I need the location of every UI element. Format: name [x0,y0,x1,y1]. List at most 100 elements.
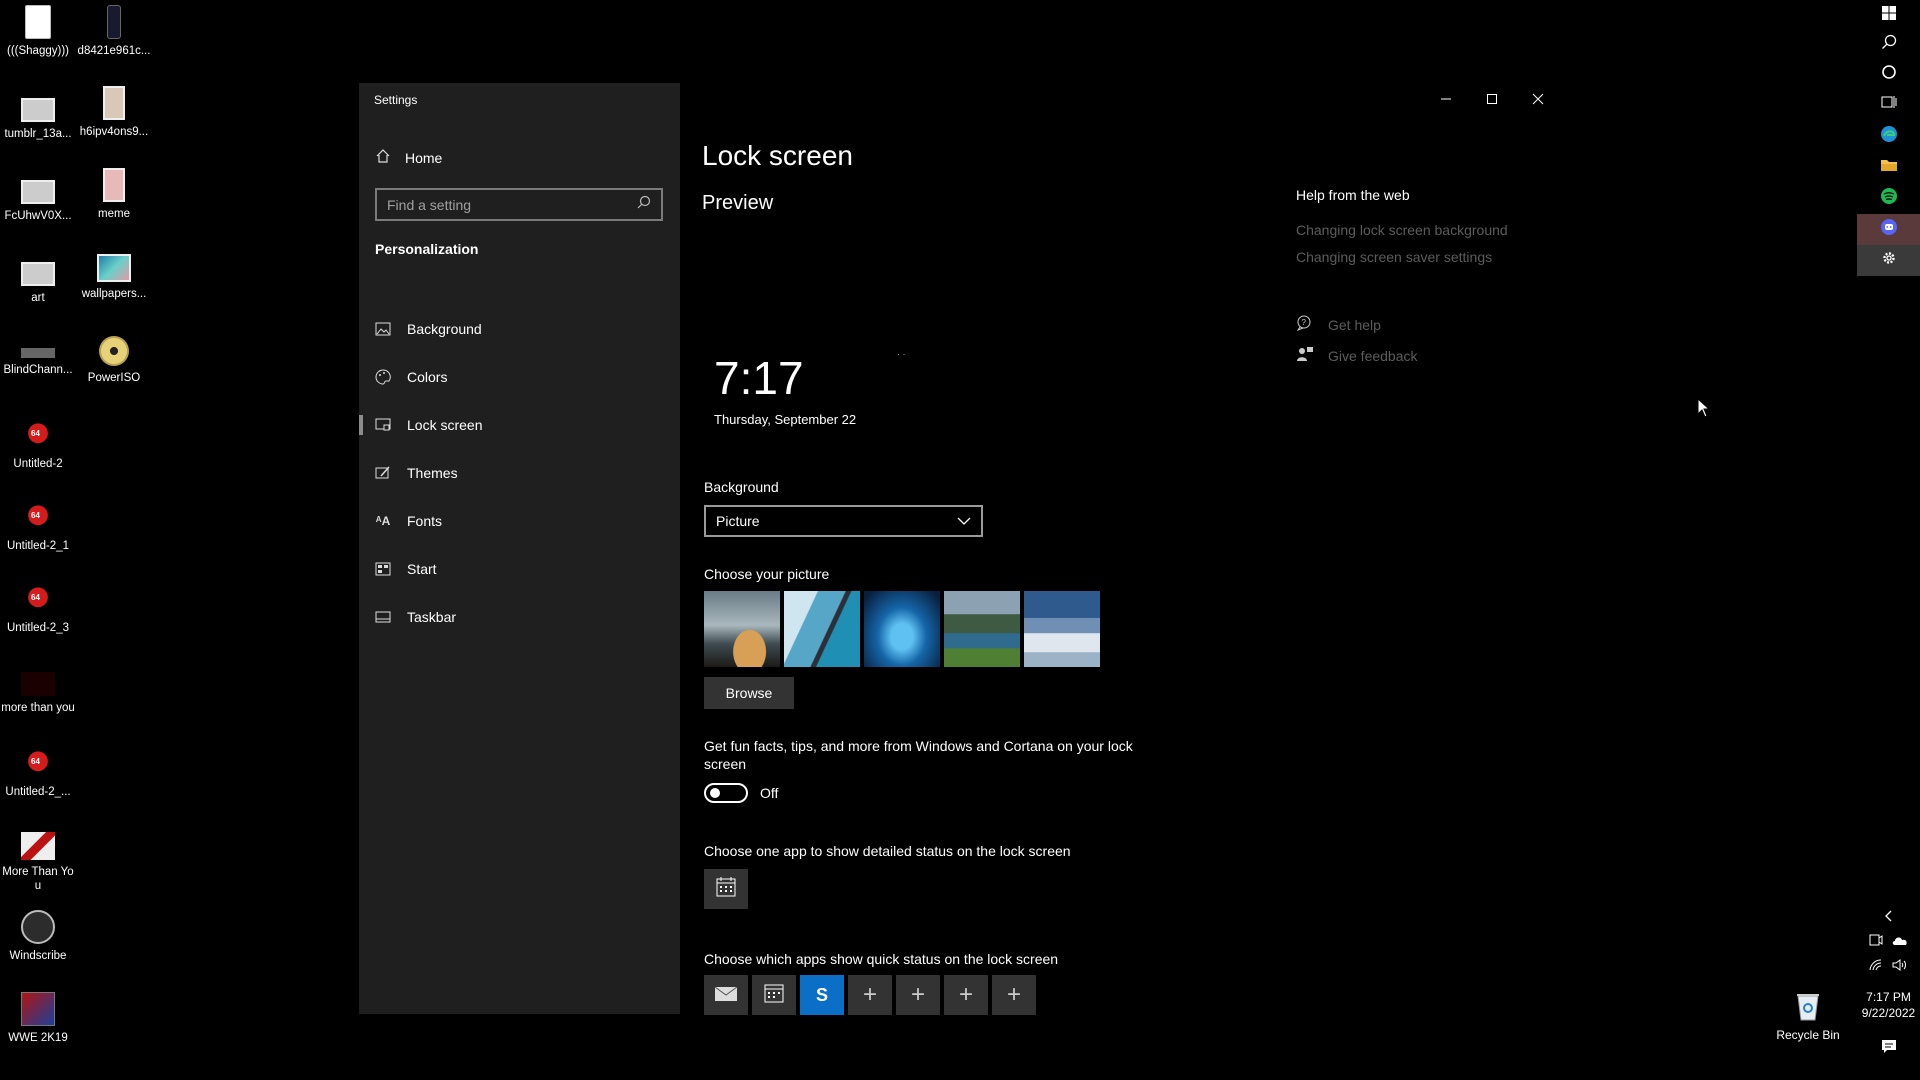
edge-icon [1880,125,1898,148]
preview-date: Thursday, September 22 [714,412,857,427]
nav-item-label: Start [407,561,437,577]
action-center-button[interactable] [1857,1034,1920,1065]
desktop-icon-shaggy[interactable]: (((Shaggy))) [0,5,76,58]
plus-icon: + [1006,981,1021,1008]
image-icon [103,86,125,120]
nav-item-themes[interactable]: Themes [359,453,680,493]
nav-item-taskbar[interactable]: Taskbar [359,597,680,637]
background-dropdown[interactable]: Picture [704,505,983,537]
nav-item-fonts[interactable]: ᴬA Fonts [359,501,680,541]
desktop-icon-more-than-you-2[interactable]: More Than You [0,828,76,893]
taskbar-clock[interactable]: 7:17 PM 9/22/2022 [1857,989,1920,1021]
onedrive-icon[interactable] [1892,933,1908,951]
search-box[interactable] [375,188,663,221]
desktop-icon-untitled-2-1[interactable]: Untitled-2_1 [0,500,76,553]
window-title: Settings [374,93,418,107]
search-icon[interactable] [637,195,651,214]
desktop-icon-more-than-you[interactable]: more than you [0,664,76,715]
quick-status-skype-button[interactable]: S [800,975,844,1015]
desktop-icon-windscribe[interactable]: Windscribe [0,910,76,963]
quick-status-add-button[interactable]: + [848,975,892,1015]
cortana-icon [1881,64,1897,85]
network-icon[interactable] [1869,958,1883,976]
quick-status-mail-button[interactable] [704,975,748,1015]
chevron-left-icon [1884,909,1894,927]
desktop-icon-label: art [31,292,45,304]
desktop-icon-label: More Than You [2,866,74,892]
picture-thumbnail[interactable] [944,591,1020,667]
phone-image-icon [107,5,121,39]
desktop-icon-art[interactable]: art [0,254,76,305]
desktop-icon-label: h6ipv4ons9... [79,126,149,138]
taskbar-edge-button[interactable] [1857,121,1920,152]
tips-toggle[interactable] [704,783,748,803]
quick-status-add-button[interactable]: + [992,975,1036,1015]
desktop-icon-tumblr[interactable]: tumblr_13a... [0,90,76,141]
psd-icon [21,500,55,534]
volume-icon[interactable] [1892,958,1908,976]
get-help-label: Get help [1328,316,1381,333]
desktop-icon-poweriso[interactable]: PowerISO [76,336,152,385]
app-icon [21,348,55,358]
spotify-icon [1880,187,1898,210]
desktop-icon-untitled-2-x[interactable]: Untitled-2_... [0,746,76,799]
cortana-button[interactable] [1857,59,1920,90]
discord-icon [1880,218,1898,241]
picture-thumbnail[interactable] [864,591,940,667]
desktop-icon-fcuhw[interactable]: FcUhwV0X... [0,172,76,223]
picture-thumbnail[interactable] [704,591,780,667]
detailed-status-app-button[interactable] [704,869,748,909]
desktop-icon-label: d8421e961c... [77,45,151,57]
quick-status-add-button[interactable]: + [896,975,940,1015]
quick-status-calendar-button[interactable] [752,975,796,1015]
nav-home-label: Home [405,149,443,166]
start-button[interactable] [1857,0,1920,31]
desktop-icon-untitled-2[interactable]: Untitled-2 [0,418,76,471]
choose-picture-label: Choose your picture [704,566,830,582]
meet-now-icon[interactable] [1869,933,1883,951]
nav-home[interactable]: Home [375,148,442,167]
picture-thumbnail[interactable] [784,591,860,667]
quick-status-add-button[interactable]: + [944,975,988,1015]
desktop-icon-wallpapers[interactable]: wallpapers... [76,254,152,301]
taskbar-search-button[interactable] [1857,29,1920,60]
palette-icon [375,369,391,385]
desktop-icon-blindchannel[interactable]: BlindChann... [0,336,76,377]
desktop-icon-wwe2k19[interactable]: WWE 2K19 [0,992,76,1045]
nav-item-background[interactable]: Background [359,309,680,349]
task-view-button[interactable] [1857,89,1920,120]
taskbar-spotify-button[interactable] [1857,183,1920,214]
browse-button[interactable]: Browse [704,677,794,709]
taskbar-file-explorer-button[interactable] [1857,152,1920,183]
plus-icon: + [862,981,877,1008]
desktop-icon-recycle-bin[interactable]: Recycle Bin [1768,990,1848,1042]
image-icon [21,262,55,286]
picture-thumbnail[interactable] [1024,591,1100,667]
psd-icon [21,582,55,616]
maximize-button[interactable] [1469,83,1515,115]
search-input[interactable] [387,196,637,213]
help-link-screen-saver[interactable]: Changing screen saver settings [1296,249,1492,265]
nav-item-label: Themes [407,465,458,481]
taskbar-settings-button[interactable] [1857,245,1920,276]
plus-icon: + [958,981,973,1008]
desktop-icon-label: BlindChann... [3,364,73,376]
settings-window: Settings Home Personalization Background… [359,83,1561,1015]
minimize-button[interactable] [1423,83,1469,115]
nav-item-colors[interactable]: Colors [359,357,680,397]
close-button[interactable] [1515,83,1561,115]
desktop-icon-h6ipv[interactable]: h6ipv4ons9... [76,86,152,139]
start-icon [375,561,391,577]
get-help-link[interactable]: ? Get help [1296,315,1381,334]
nav-item-lock-screen[interactable]: Lock screen [359,405,680,445]
desktop-icon-untitled-2-3[interactable]: Untitled-2_3 [0,582,76,635]
taskbar-discord-button[interactable] [1857,214,1920,245]
search-icon [1881,34,1897,55]
help-link-lock-background[interactable]: Changing lock screen background [1296,222,1508,238]
give-feedback-link[interactable]: Give feedback [1296,346,1418,365]
skype-icon: S [815,984,828,1005]
desktop-icon-meme[interactable]: meme [76,168,152,221]
preview-heading: Preview [702,192,774,214]
desktop-icon-d8421[interactable]: d8421e961c... [76,5,152,58]
nav-item-start[interactable]: Start [359,549,680,589]
